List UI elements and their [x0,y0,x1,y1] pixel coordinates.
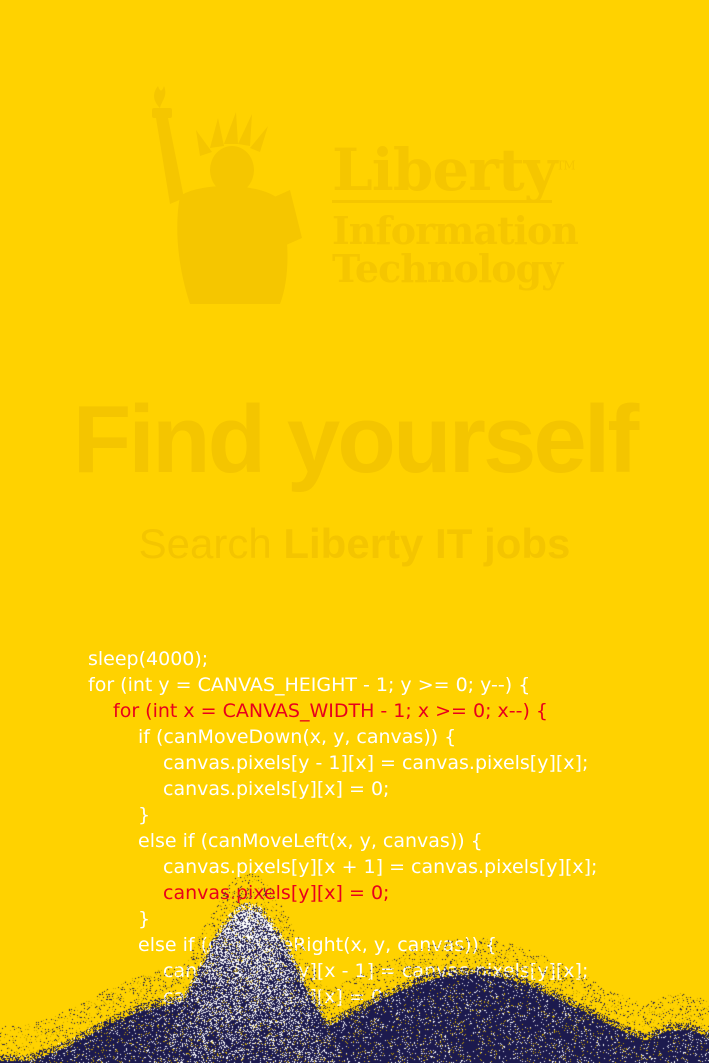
poster: LibertyTM Information Technology Find yo… [0,0,709,1063]
trademark-mark: TM [556,158,575,173]
logo-wordmark: LibertyTM [332,136,576,204]
liberty-it-logo: LibertyTM Information Technology [140,78,579,308]
code-line: } [138,804,151,826]
subline-bold: Liberty IT jobs [283,520,571,567]
code-line: for (int y = CANVAS_HEIGHT - 1; y >= 0; … [88,674,531,696]
code-line: canvas.pixels[y - 1][x] = canvas.pixels[… [163,752,589,774]
logo-line-technology: Technology [332,246,563,291]
code-line: if (canMoveDown(x, y, canvas)) { [138,726,457,748]
code-line: else if (canMoveLeft(x, y, canvas)) { [138,830,483,852]
logo-divider [332,200,552,203]
statue-of-liberty-icon [152,86,302,304]
code-line: for (int x = CANVAS_WIDTH - 1; x >= 0; x… [113,700,549,722]
headline: Find yourself [72,386,640,493]
subline-plain: Search [138,520,284,567]
code-line: sleep(4000); [88,648,209,670]
falling-sand-pile [0,860,709,1063]
jobs-search-line: Search Liberty IT jobs [0,520,709,568]
code-line: canvas.pixels[y][x] = 0; [163,778,390,800]
logo-word: Liberty [332,136,557,204]
